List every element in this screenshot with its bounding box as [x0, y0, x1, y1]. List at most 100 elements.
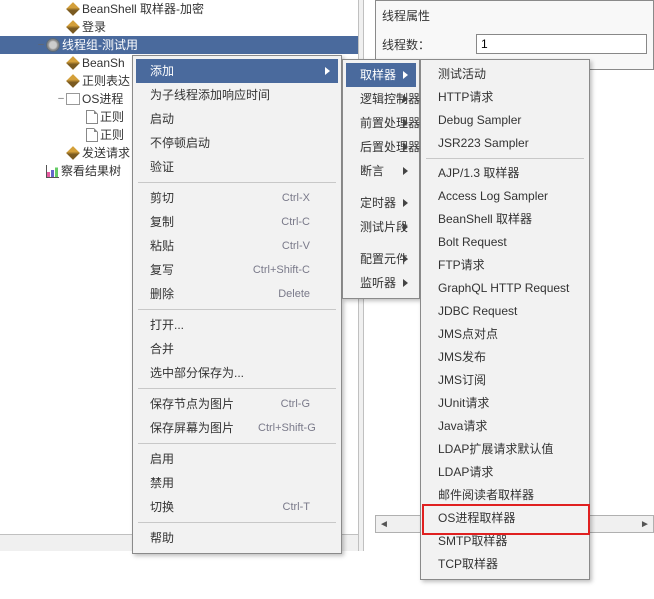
- menu-item[interactable]: 不停顿启动: [136, 131, 338, 155]
- sampler-menu-item[interactable]: GraphQL HTTP Request: [424, 277, 586, 300]
- sampler-menu-item-label: JSR223 Sampler: [438, 132, 529, 155]
- sampler-menu-item[interactable]: JMS点对点: [424, 323, 586, 346]
- sampler-menu-item[interactable]: LDAP请求: [424, 461, 586, 484]
- threads-input[interactable]: [476, 34, 647, 54]
- scroll-right-icon[interactable]: ►: [637, 516, 653, 532]
- sampler-menu-item-label: Access Log Sampler: [438, 185, 548, 208]
- submenu-item-label: 监听器: [360, 271, 396, 295]
- sampler-menu-item[interactable]: JDBC Request: [424, 300, 586, 323]
- submenu-item[interactable]: 监听器: [346, 271, 416, 295]
- tree-node[interactable]: 登录: [0, 18, 360, 36]
- sampler-menu-item-label: Debug Sampler: [438, 109, 521, 132]
- submenu-item[interactable]: 前置处理器: [346, 111, 416, 135]
- tree-node-label: 线程组-测试用: [62, 36, 138, 54]
- menu-item[interactable]: 打开...: [136, 313, 338, 337]
- tree-node-label: 发送请求: [82, 144, 130, 162]
- sampler-menu-item-label: JMS点对点: [438, 323, 498, 346]
- menu-item[interactable]: 删除Delete: [136, 282, 338, 306]
- sampler-menu-item[interactable]: Access Log Sampler: [424, 185, 586, 208]
- menu-item[interactable]: 保存屏幕为图片Ctrl+Shift-G: [136, 416, 338, 440]
- menu-item-label: 验证: [150, 155, 174, 179]
- sampler-menu-item[interactable]: Java请求: [424, 415, 586, 438]
- scroll-left-icon[interactable]: ◄: [376, 516, 392, 532]
- sampler-menu-item[interactable]: JMS发布: [424, 346, 586, 369]
- sampler-menu-item[interactable]: 测试活动: [424, 63, 586, 86]
- menu-item[interactable]: 合并: [136, 337, 338, 361]
- submenu-item[interactable]: 取样器: [346, 63, 416, 87]
- submenu-item[interactable]: 定时器: [346, 191, 416, 215]
- pen-icon: [66, 74, 80, 88]
- menu-item[interactable]: 切换Ctrl-T: [136, 495, 338, 519]
- submenu-item[interactable]: 测试片段: [346, 215, 416, 239]
- submenu-item[interactable]: 逻辑控制器: [346, 87, 416, 111]
- tree-twisty-icon[interactable]: –: [56, 90, 66, 108]
- tree-node[interactable]: BeanShell 取样器-加密: [0, 0, 360, 18]
- menu-item[interactable]: 粘贴Ctrl-V: [136, 234, 338, 258]
- tree-twisty-icon[interactable]: –: [36, 36, 46, 54]
- menu-item-label: 不停顿启动: [150, 131, 210, 155]
- sampler-menu-item-label: Java请求: [438, 415, 487, 438]
- menu-item[interactable]: 为子线程添加响应时间: [136, 83, 338, 107]
- sampler-menu-item-label: SMTP取样器: [438, 530, 507, 553]
- submenu-item-label: 后置处理器: [360, 135, 420, 159]
- menu-item[interactable]: 复写Ctrl+Shift-C: [136, 258, 338, 282]
- sampler-menu-item-label: 测试活动: [438, 63, 486, 86]
- menu-item[interactable]: 添加: [136, 59, 338, 83]
- menu-item[interactable]: 验证: [136, 155, 338, 179]
- pen-icon: [66, 56, 80, 70]
- sampler-menu-item[interactable]: BeanShell 取样器: [424, 208, 586, 231]
- menu-item-shortcut: Ctrl+Shift-G: [258, 416, 316, 440]
- submenu-item-label: 逻辑控制器: [360, 87, 420, 111]
- sampler-menu-item[interactable]: TCP取样器: [424, 553, 586, 576]
- menu-item[interactable]: 启用: [136, 447, 338, 471]
- sampler-menu-item[interactable]: Bolt Request: [424, 231, 586, 254]
- menu-item[interactable]: 禁用: [136, 471, 338, 495]
- context-submenu-add: 取样器逻辑控制器前置处理器后置处理器断言定时器测试片段配置元件监听器: [342, 59, 420, 299]
- menu-item[interactable]: 剪切Ctrl-X: [136, 186, 338, 210]
- submenu-item-label: 断言: [360, 159, 384, 183]
- menu-item-shortcut: Ctrl-C: [281, 210, 310, 234]
- context-menu: 添加为子线程添加响应时间启动不停顿启动验证剪切Ctrl-X复制 Ctrl-C粘贴C…: [132, 55, 342, 554]
- menu-item-label: 启动: [150, 107, 174, 131]
- submenu-item-label: 定时器: [360, 191, 396, 215]
- submenu-arrow-icon: [403, 223, 408, 231]
- submenu-item[interactable]: 配置元件: [346, 247, 416, 271]
- pen-icon: [66, 2, 80, 16]
- submenu-item[interactable]: 后置处理器: [346, 135, 416, 159]
- sampler-menu-item[interactable]: HTTP请求: [424, 86, 586, 109]
- menu-item[interactable]: 选中部分保存为...: [136, 361, 338, 385]
- sampler-menu-item[interactable]: LDAP扩展请求默认值: [424, 438, 586, 461]
- tree-node[interactable]: –线程组-测试用: [0, 36, 360, 54]
- menu-item-shortcut: Ctrl-V: [282, 234, 310, 258]
- menu-item[interactable]: 保存节点为图片Ctrl-G: [136, 392, 338, 416]
- sampler-menu-item-label: JDBC Request: [438, 300, 517, 323]
- menu-item-label: 复写: [150, 258, 174, 282]
- menu-item-label: 删除: [150, 282, 174, 306]
- sampler-menu-item[interactable]: OS进程取样器: [424, 507, 586, 530]
- sampler-menu-item[interactable]: AJP/1.3 取样器: [424, 162, 586, 185]
- sampler-menu-item[interactable]: JUnit请求: [424, 392, 586, 415]
- menu-item[interactable]: 复制 Ctrl-C: [136, 210, 338, 234]
- sampler-menu-item[interactable]: Debug Sampler: [424, 109, 586, 132]
- menu-item[interactable]: 启动: [136, 107, 338, 131]
- menu-item[interactable]: 帮助: [136, 526, 338, 550]
- chart-icon: [46, 165, 59, 178]
- menu-item-label: 合并: [150, 337, 174, 361]
- submenu-arrow-icon: [403, 119, 408, 127]
- submenu-item-label: 测试片段: [360, 215, 408, 239]
- sampler-menu-item[interactable]: SMTP取样器: [424, 530, 586, 553]
- sampler-menu-item[interactable]: JSR223 Sampler: [424, 132, 586, 155]
- menu-item-label: 复制: [150, 210, 174, 234]
- menu-separator: [138, 443, 336, 444]
- sampler-menu-item[interactable]: FTP请求: [424, 254, 586, 277]
- context-submenu-sampler: 测试活动HTTP请求Debug SamplerJSR223 Sampler AJP…: [420, 59, 590, 580]
- submenu-arrow-icon: [403, 279, 408, 287]
- os-icon: [66, 93, 80, 105]
- sampler-menu-item-label: HTTP请求: [438, 86, 493, 109]
- sampler-menu-item[interactable]: JMS订阅: [424, 369, 586, 392]
- sampler-menu-item[interactable]: 邮件阅读者取样器: [424, 484, 586, 507]
- sampler-menu-item-label: OS进程取样器: [438, 507, 515, 530]
- submenu-arrow-icon: [403, 143, 408, 151]
- menu-item-shortcut: Ctrl-T: [283, 495, 311, 519]
- submenu-item[interactable]: 断言: [346, 159, 416, 183]
